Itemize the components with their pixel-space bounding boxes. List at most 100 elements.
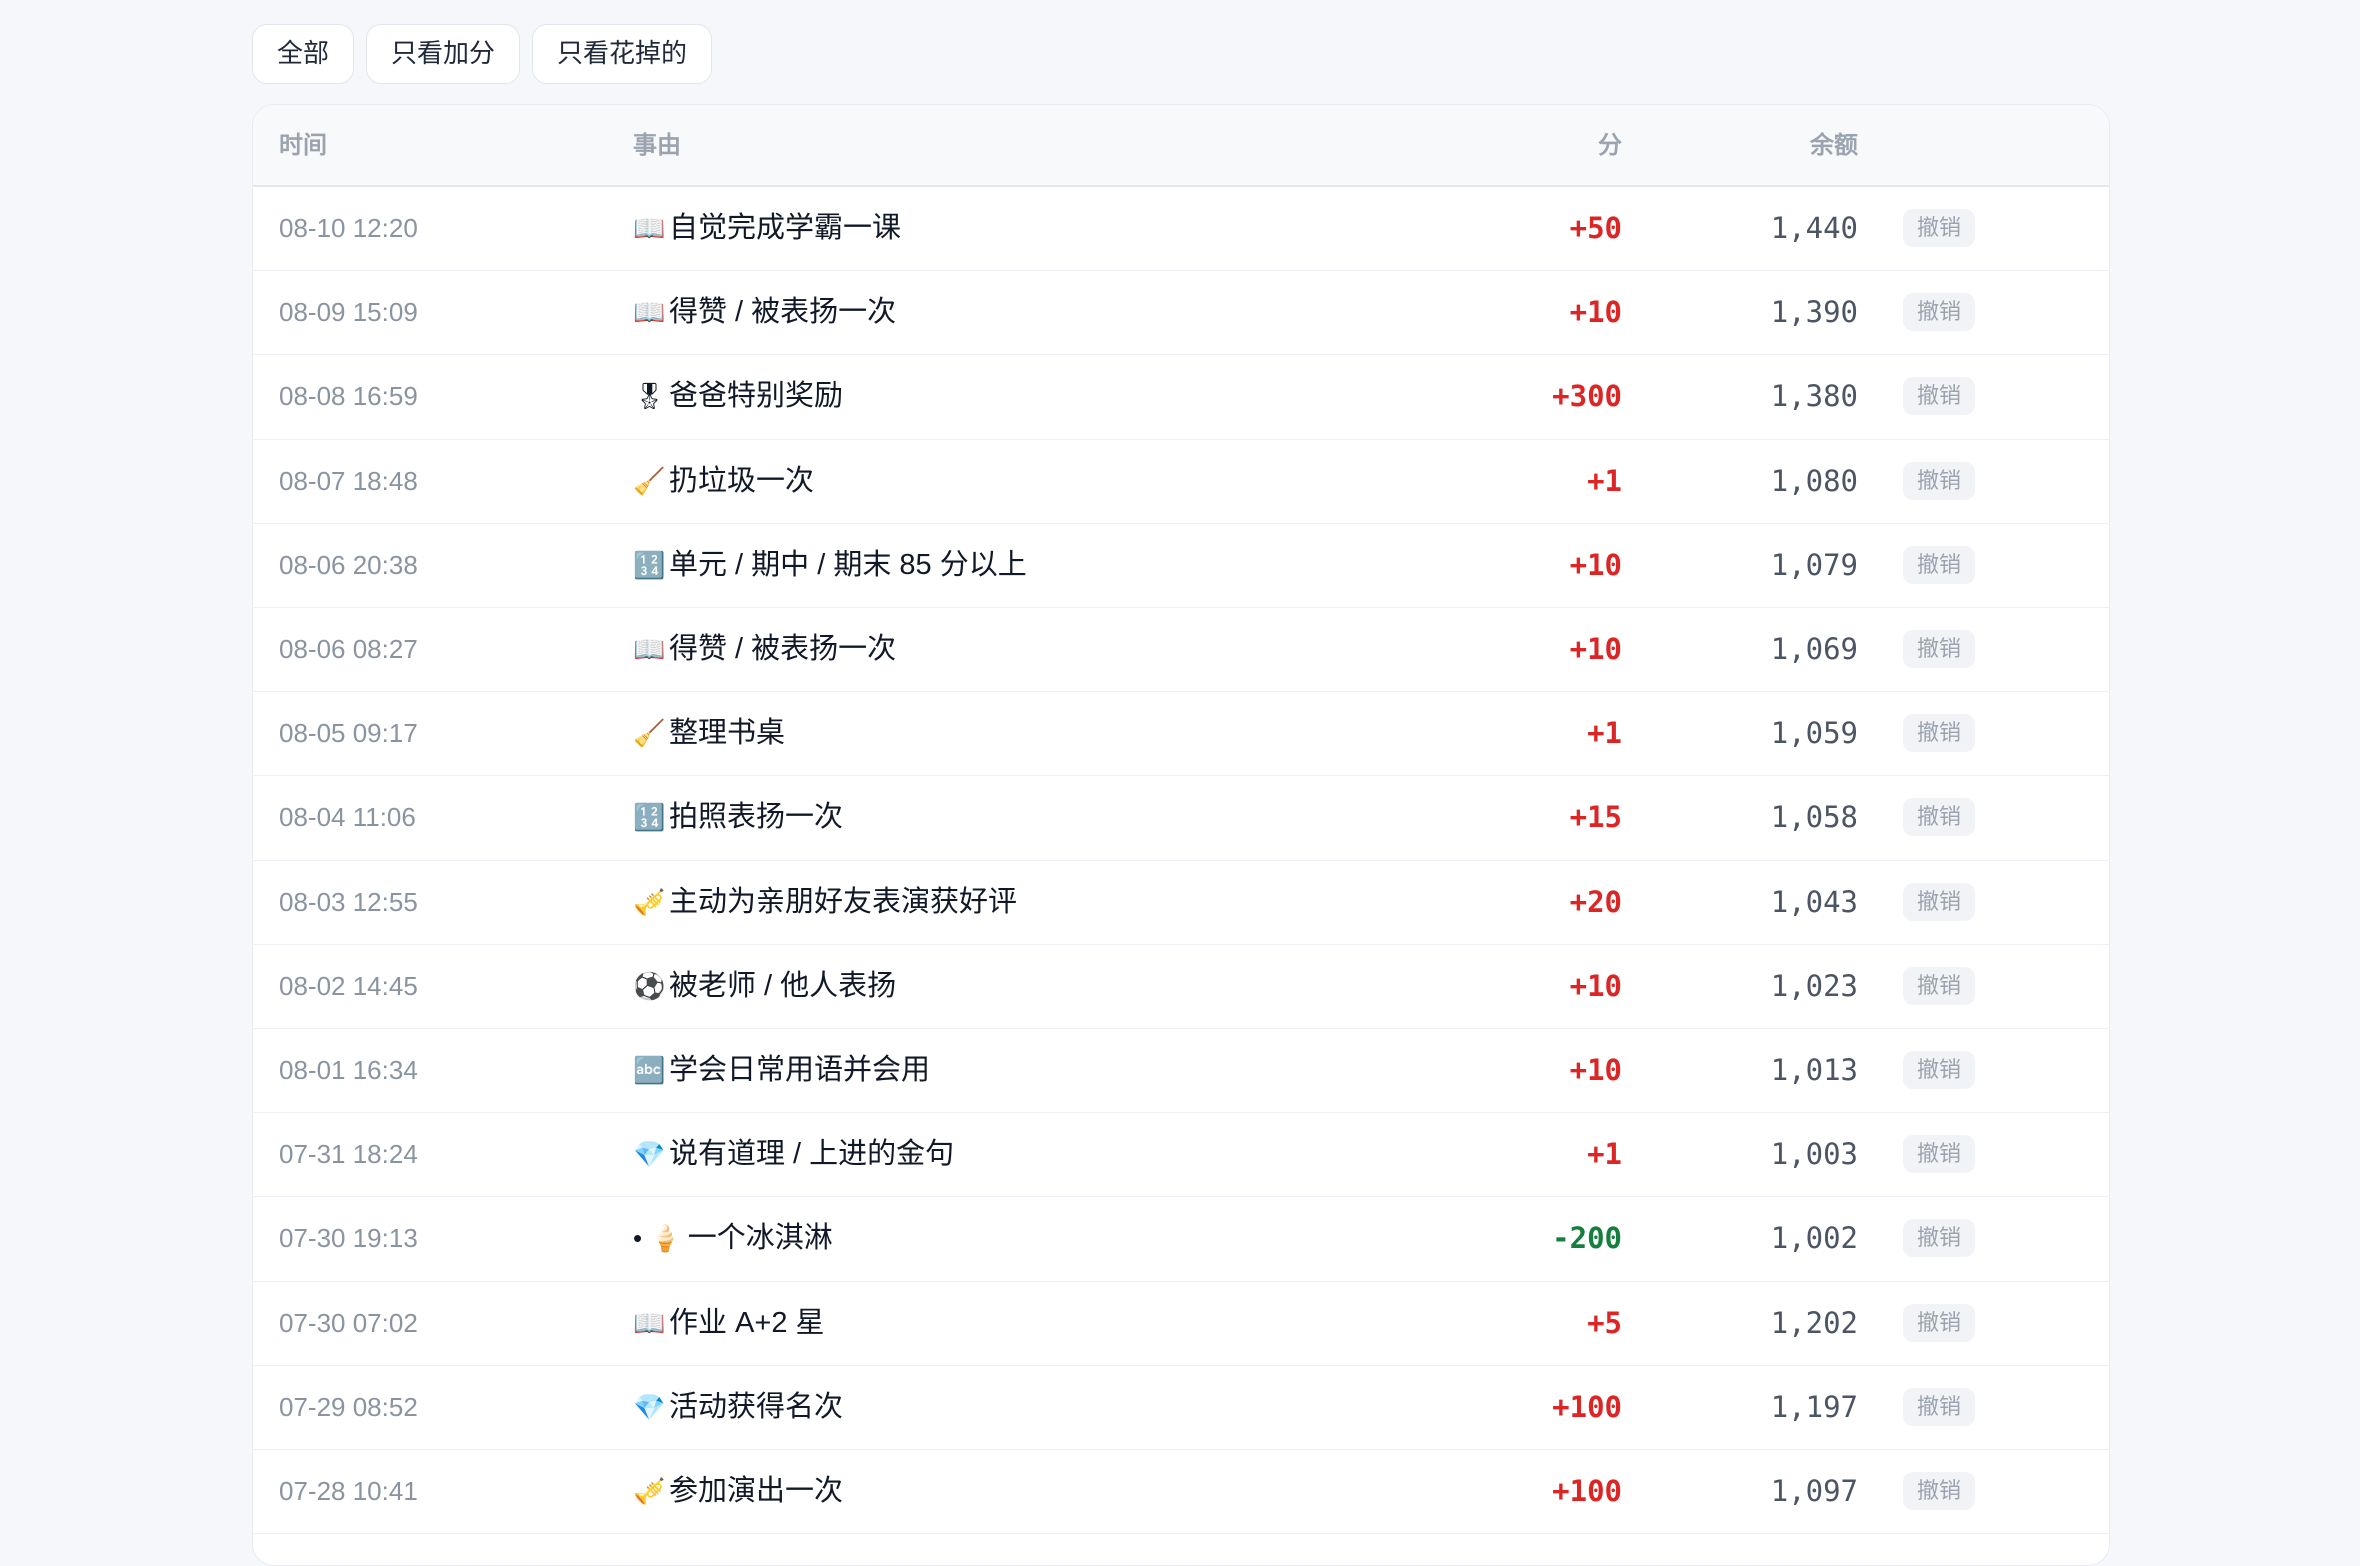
row-reason: 🧹 整理书桌 — [633, 692, 785, 774]
book-icon: 📖 — [633, 297, 666, 328]
row-time: 08-04 11:06 — [279, 802, 416, 833]
row-time: 08-02 14:45 — [279, 970, 418, 1001]
row-reason: 📖 得赞 / 被表扬一次 — [633, 271, 896, 353]
row-points: +10 — [1569, 1053, 1622, 1087]
header-points: 分 — [1598, 132, 1622, 159]
numbers-icon: 🔢 — [633, 549, 666, 580]
header-reason: 事由 — [633, 132, 681, 159]
row-time: 08-08 16:59 — [279, 381, 418, 412]
medal-icon: 🎖 — [633, 381, 667, 412]
table-row: 07-29 08:52 💎 活动获得名次 +100 1,197 撤销 — [253, 1366, 2109, 1450]
table-row: 08-05 09:17 🧹 整理书桌 +1 1,059 撤销 — [253, 692, 2109, 777]
broom-icon: 🧹 — [633, 465, 666, 496]
row-balance: 1,380 — [1770, 379, 1858, 414]
row-reason-label: 参加演出一次 — [669, 1475, 844, 1507]
row-points: +10 — [1569, 632, 1622, 666]
row-reason: ⚽ 被老师 / 他人表扬 — [633, 945, 896, 1027]
row-reason: 💎 活动获得名次 — [633, 1366, 843, 1448]
row-reason-label: 得赞 / 被表扬一次 — [669, 633, 897, 665]
undo-button[interactable]: 撤销 — [1903, 630, 1976, 668]
row-points: +5 — [1587, 1305, 1622, 1340]
row-points: +1 — [1587, 716, 1622, 751]
undo-button[interactable]: 撤销 — [1903, 1303, 1976, 1342]
row-reason: 🔤 学会日常用语并会用 — [633, 1029, 930, 1111]
row-points: +10 — [1569, 547, 1622, 582]
row-reason-label: 整理书桌 — [669, 717, 786, 750]
row-reason-label: 主动为亲朋好友表演获好评 — [669, 885, 1018, 918]
row-reason: 🔢 拍照表扬一次 — [633, 776, 843, 858]
numbers-icon: 🔢 — [633, 802, 666, 833]
row-time: 07-31 18:24 — [279, 1139, 418, 1170]
row-time: 08-09 15:09 — [279, 297, 418, 328]
undo-button[interactable]: 撤销 — [1903, 209, 1976, 247]
row-reason: 📖 作业 A+2 星 — [633, 1282, 825, 1364]
row-time: 08-03 12:55 — [279, 886, 418, 917]
table-row: 07-30 07:02 📖 作业 A+2 星 +5 1,202 撤销 — [253, 1282, 2109, 1366]
book-icon: 📖 — [633, 1307, 666, 1338]
row-time: 07-30 19:13 — [279, 1223, 418, 1254]
filter-all-button[interactable]: 全部 — [252, 24, 355, 84]
row-points: +10 — [1569, 968, 1622, 1003]
soccer-ball-icon: ⚽ — [633, 970, 666, 1001]
filter-plus-only-button[interactable]: 只看加分 — [366, 24, 521, 84]
row-reason-label: 自觉完成学霸一课 — [669, 212, 902, 244]
undo-button[interactable]: 撤销 — [1903, 798, 1976, 837]
row-reason-label: 扔垃圾一次 — [669, 464, 815, 497]
row-reason: 🧹 扔垃圾一次 — [633, 440, 814, 522]
row-points: +15 — [1569, 800, 1622, 835]
undo-button[interactable]: 撤销 — [1903, 1135, 1976, 1174]
undo-button[interactable]: 撤销 — [1903, 966, 1976, 1005]
undo-button[interactable]: 撤销 — [1903, 1472, 1976, 1510]
row-reason: 🎖 爸爸特别奖励 — [633, 355, 843, 437]
table-row: 07-31 18:24 💎 说有道理 / 上进的金句 +1 1,003 撤销 — [253, 1113, 2109, 1198]
header-time: 时间 — [279, 132, 327, 159]
row-reason: 📖 得赞 / 被表扬一次 — [633, 608, 896, 690]
row-balance: 1,197 — [1770, 1389, 1858, 1424]
filter-bar: 全部 只看加分 只看花掉的 — [252, 24, 713, 84]
ice-cream-icon: • 🍦 — [633, 1223, 682, 1254]
row-balance: 1,059 — [1770, 716, 1858, 751]
table-row: 08-02 14:45 ⚽ 被老师 / 他人表扬 +10 1,023 撤销 — [253, 945, 2109, 1029]
row-time: 08-06 20:38 — [279, 549, 418, 580]
row-balance: 1,003 — [1770, 1137, 1858, 1172]
row-reason-label: 爸爸特别奖励 — [669, 380, 844, 413]
row-reason: 🔢 单元 / 期中 / 期末 85 分以上 — [633, 524, 1027, 606]
book-icon: 📖 — [633, 634, 666, 664]
row-reason-label: 活动获得名次 — [669, 1390, 844, 1423]
broom-icon: 🧹 — [633, 718, 666, 749]
points-ledger-table: 时间 事由 分 余额 08-10 12:20 📖 自觉完成学霸一课 +50 1,440 撤… — [252, 104, 2110, 1566]
undo-button[interactable]: 撤销 — [1903, 461, 1976, 500]
row-reason: 🎺 主动为亲朋好友表演获好评 — [633, 861, 1017, 943]
row-balance: 1,390 — [1770, 295, 1858, 330]
row-time: 08-01 16:34 — [279, 1055, 418, 1085]
row-points: +100 — [1552, 1389, 1622, 1424]
row-balance: 1,079 — [1770, 547, 1858, 582]
table-row: 08-03 12:55 🎺 主动为亲朋好友表演获好评 +20 1,043 撤销 — [253, 861, 2109, 945]
row-balance: 1,069 — [1770, 632, 1858, 666]
undo-button[interactable]: 撤销 — [1903, 545, 1976, 584]
row-time: 08-05 09:17 — [279, 718, 418, 749]
undo-button[interactable]: 撤销 — [1903, 1051, 1976, 1089]
row-points: +1 — [1587, 463, 1622, 498]
undo-button[interactable]: 撤销 — [1903, 293, 1976, 332]
row-points: +20 — [1569, 884, 1622, 919]
table-row: 08-10 12:20 📖 自觉完成学霸一课 +50 1,440 撤销 — [253, 187, 2109, 272]
row-reason: 💎 说有道理 / 上进的金句 — [633, 1113, 954, 1195]
undo-button[interactable]: 撤销 — [1903, 1219, 1976, 1258]
filter-spent-only-button[interactable]: 只看花掉的 — [532, 24, 713, 84]
row-reason: 📖 自觉完成学霸一课 — [633, 187, 901, 269]
row-points: +10 — [1569, 295, 1622, 330]
book-icon: 📖 — [633, 213, 666, 243]
undo-button[interactable]: 撤销 — [1903, 1387, 1976, 1426]
row-reason-label: 学会日常用语并会用 — [669, 1054, 931, 1086]
table-header: 时间 事由 分 余额 — [253, 105, 2109, 187]
row-reason-label: 说有道理 / 上进的金句 — [669, 1138, 955, 1171]
undo-button[interactable]: 撤销 — [1903, 377, 1976, 416]
row-time: 08-06 08:27 — [279, 634, 418, 664]
undo-button[interactable]: 撤销 — [1903, 714, 1976, 753]
table-row: 08-04 11:06 🔢 拍照表扬一次 +15 1,058 撤销 — [253, 776, 2109, 861]
undo-button[interactable]: 撤销 — [1903, 882, 1976, 921]
gem-icon: 💎 — [633, 1139, 666, 1170]
row-points: -200 — [1552, 1221, 1622, 1256]
row-time: 07-29 08:52 — [279, 1391, 418, 1422]
